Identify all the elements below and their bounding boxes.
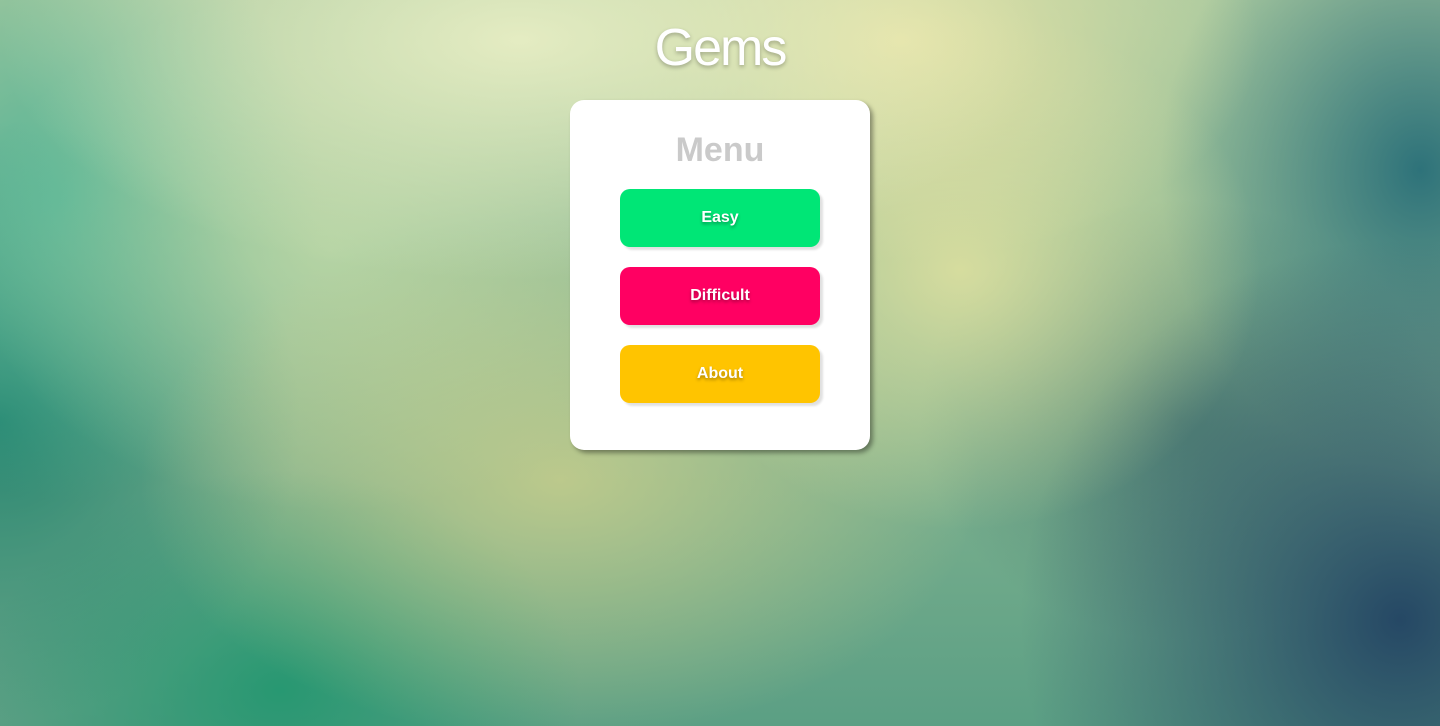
menu-card: Menu Easy Difficult About <box>570 100 870 450</box>
easy-button[interactable]: Easy <box>620 189 820 247</box>
menu-title: Menu <box>675 131 765 169</box>
difficult-button[interactable]: Difficult <box>620 267 820 325</box>
app-title: Gems <box>654 19 788 77</box>
about-button[interactable]: About <box>620 345 820 403</box>
